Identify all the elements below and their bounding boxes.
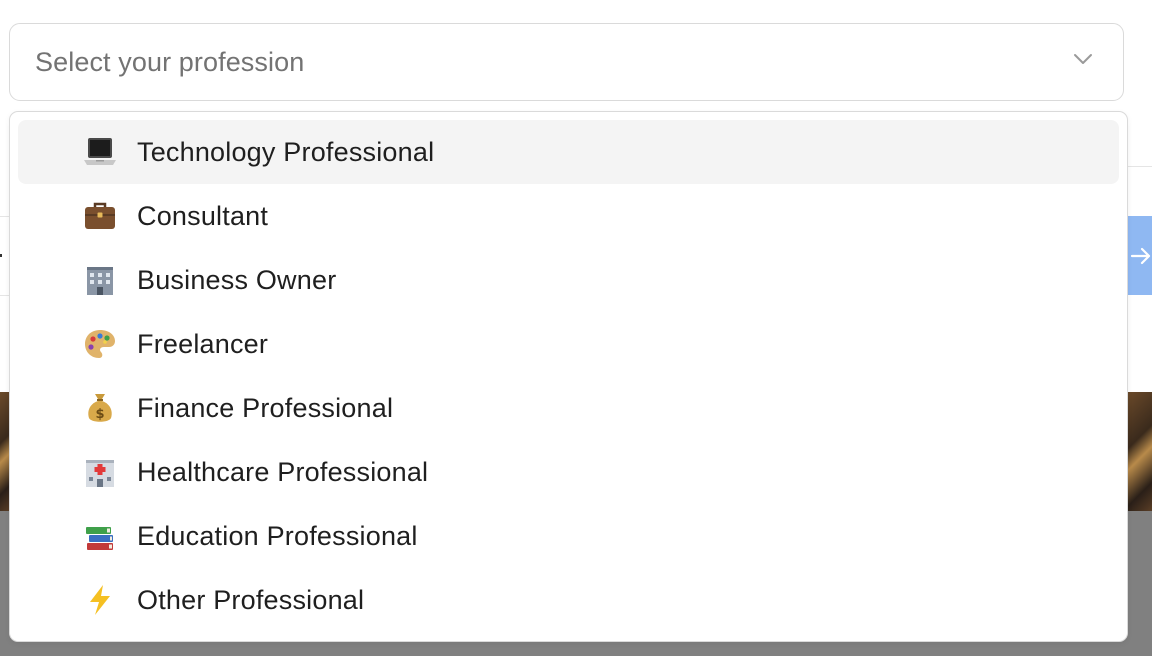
option-label: Business Owner — [137, 264, 337, 295]
option-other-professional[interactable]: Other Professional — [18, 568, 1119, 632]
laptop-icon — [80, 132, 120, 172]
artist-palette-icon — [80, 324, 120, 364]
money-bag-icon: $ — [80, 388, 120, 428]
background-text-fragment — [0, 254, 2, 257]
lightning-icon — [80, 580, 120, 620]
option-healthcare-professional[interactable]: Healthcare Professional — [18, 440, 1119, 504]
chevron-down-icon — [1074, 54, 1092, 64]
option-education-professional[interactable]: Education Professional — [18, 504, 1119, 568]
select-placeholder: Select your profession — [35, 46, 305, 77]
option-finance-professional[interactable]: $ Finance Professional — [18, 376, 1119, 440]
background-image — [1127, 392, 1152, 511]
option-label: Finance Professional — [137, 392, 394, 423]
briefcase-icon — [80, 196, 120, 236]
books-icon — [80, 516, 120, 556]
profession-dropdown-menu: Technology Professional Consultant Busin… — [9, 111, 1128, 642]
option-label: Freelancer — [137, 328, 269, 359]
hospital-icon — [80, 452, 120, 492]
option-label: Consultant — [137, 200, 269, 231]
option-business-owner[interactable]: Business Owner — [18, 248, 1119, 312]
office-building-icon — [80, 260, 120, 300]
option-technology-professional[interactable]: Technology Professional — [18, 120, 1119, 184]
option-consultant[interactable]: Consultant — [18, 184, 1119, 248]
arrow-right-icon — [1130, 247, 1151, 264]
option-label: Technology Professional — [137, 136, 435, 167]
profession-select[interactable]: Select your profession — [9, 23, 1124, 101]
option-label: Other Professional — [137, 584, 365, 615]
option-freelancer[interactable]: Freelancer — [18, 312, 1119, 376]
option-label: Education Professional — [137, 520, 418, 551]
page: Select your profession Technology Profes… — [0, 0, 1152, 656]
background-next-button[interactable] — [1127, 216, 1152, 295]
option-label: Healthcare Professional — [137, 456, 429, 487]
background-divider — [1127, 166, 1152, 167]
svg-text:$: $ — [95, 407, 104, 422]
